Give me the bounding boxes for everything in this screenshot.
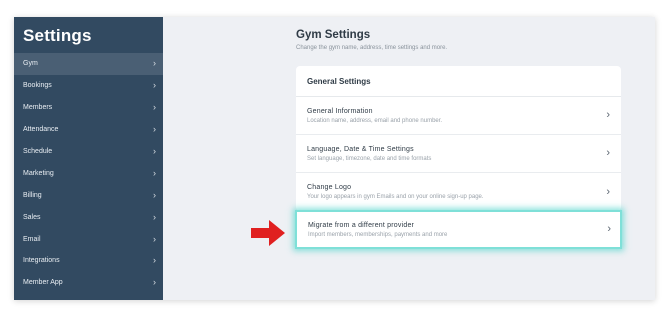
row-description: Import members, memberships, payments an… bbox=[308, 231, 448, 238]
chevron-right-icon: › bbox=[153, 102, 156, 113]
sidebar-item-bookings[interactable]: Bookings › bbox=[14, 75, 163, 97]
sidebar-item-schedule[interactable]: Schedule › bbox=[14, 141, 163, 163]
change-logo-row[interactable]: Change Logo Your logo appears in gym Ema… bbox=[296, 173, 621, 211]
chevron-right-icon: › bbox=[606, 147, 610, 159]
chevron-right-icon: › bbox=[153, 255, 156, 266]
chevron-right-icon: › bbox=[153, 58, 156, 69]
general-information-row[interactable]: General Information Location name, addre… bbox=[296, 97, 621, 135]
sidebar-item-label: Gym bbox=[23, 60, 38, 68]
chevron-right-icon: › bbox=[153, 277, 156, 288]
sidebar-item-billing[interactable]: Billing › bbox=[14, 184, 163, 206]
sidebar-item-label: Schedule bbox=[23, 148, 53, 155]
language-date-time-row[interactable]: Language, Date & Time Settings Set langu… bbox=[296, 135, 621, 173]
settings-window: Settings Gym › Bookings › Members › Atte… bbox=[14, 17, 655, 300]
sidebar-item-label: Sales bbox=[23, 213, 41, 221]
page-title: Gym Settings bbox=[296, 29, 371, 41]
sidebar-item-email[interactable]: Email › bbox=[14, 228, 163, 250]
row-text: Migrate from a different provider Import… bbox=[308, 222, 447, 238]
chevron-right-icon: › bbox=[606, 185, 610, 198]
row-text: Language, Date & Time Settings Set langu… bbox=[307, 146, 431, 162]
row-title: Migrate from a different provider bbox=[308, 221, 415, 229]
chevron-right-icon: › bbox=[153, 189, 156, 200]
general-settings-card: General Settings General Information Loc… bbox=[296, 66, 621, 211]
sidebar-item-attendance[interactable]: Attendance › bbox=[14, 119, 163, 141]
row-description: Location name, address, email and phone … bbox=[307, 117, 443, 124]
row-title: Language, Date & Time Settings bbox=[307, 145, 414, 153]
chevron-right-icon: › bbox=[153, 80, 156, 91]
sidebar-item-label: Member App bbox=[23, 279, 63, 287]
card-header: General Settings bbox=[296, 66, 621, 97]
row-title: Change Logo bbox=[307, 184, 352, 191]
row-description: Your logo appears in gym Emails and on y… bbox=[307, 194, 484, 200]
main-content: Gym Settings Change the gym name, addres… bbox=[163, 17, 655, 300]
sidebar-item-label: Billing bbox=[23, 191, 42, 199]
sidebar-item-label: Integrations bbox=[23, 257, 60, 265]
sidebar: Settings Gym › Bookings › Members › Atte… bbox=[14, 17, 163, 300]
sidebar-title: Settings bbox=[23, 26, 92, 45]
chevron-right-icon: › bbox=[153, 167, 156, 178]
sidebar-item-label: Members bbox=[23, 104, 53, 112]
sidebar-item-marketing[interactable]: Marketing › bbox=[14, 162, 163, 184]
row-text: Change Logo Your logo appears in gym Ema… bbox=[307, 184, 484, 200]
sidebar-item-sales[interactable]: Sales › bbox=[14, 206, 163, 228]
sidebar-item-member-app[interactable]: Member App › bbox=[14, 272, 163, 294]
migrate-provider-row[interactable]: Migrate from a different provider Import… bbox=[295, 210, 622, 249]
chevron-right-icon: › bbox=[606, 109, 610, 121]
chevron-right-icon: › bbox=[153, 211, 156, 222]
sidebar-item-label: Bookings bbox=[23, 82, 52, 90]
sidebar-item-label: Marketing bbox=[23, 169, 54, 177]
row-text: General Information Location name, addre… bbox=[307, 108, 442, 124]
sidebar-item-label: Attendance bbox=[23, 126, 59, 134]
row-title: General Information bbox=[307, 107, 373, 115]
sidebar-item-gym[interactable]: Gym › bbox=[14, 53, 163, 75]
page-subtitle: Change the gym name, address, time setti… bbox=[296, 45, 448, 51]
sidebar-item-label: Email bbox=[23, 235, 41, 243]
chevron-right-icon: › bbox=[153, 233, 156, 244]
sidebar-item-integrations[interactable]: Integrations › bbox=[14, 250, 163, 272]
row-description: Set language, timezone, date and time fo… bbox=[307, 155, 432, 162]
sidebar-list: Gym › Bookings › Members › Attendance › … bbox=[14, 53, 163, 294]
sidebar-item-members[interactable]: Members › bbox=[14, 97, 163, 119]
chevron-right-icon: › bbox=[153, 146, 156, 156]
chevron-right-icon: › bbox=[607, 223, 611, 235]
chevron-right-icon: › bbox=[153, 124, 156, 135]
red-right-arrow-icon bbox=[251, 220, 285, 246]
